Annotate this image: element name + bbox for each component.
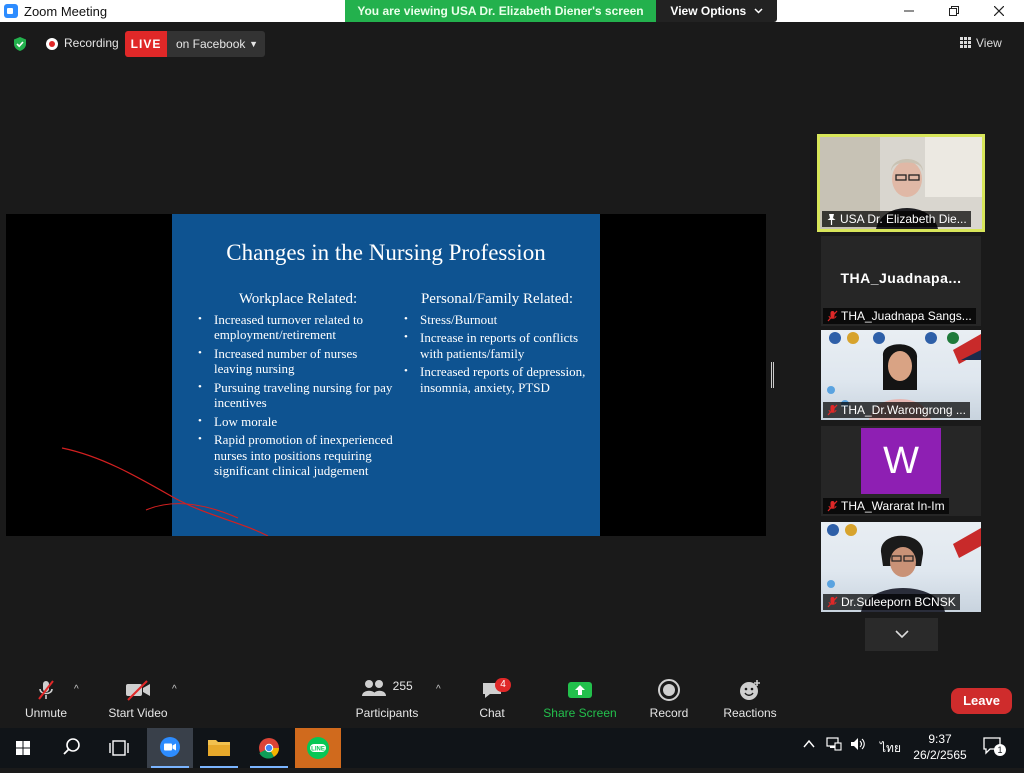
participant-tile[interactable]: W THA_Wararat In-Im bbox=[821, 426, 981, 516]
taskbar-line-app[interactable]: LINE bbox=[295, 728, 341, 768]
chrome-icon bbox=[259, 738, 280, 759]
restore-icon bbox=[949, 6, 959, 16]
zoom-icon bbox=[160, 737, 180, 757]
participant-tile[interactable]: THA_Juadnapa... THA_Juadnapa Sangs... bbox=[821, 236, 981, 326]
task-view-icon bbox=[109, 740, 129, 756]
participants-label: Participants bbox=[355, 706, 419, 720]
taskbar-file-explorer[interactable] bbox=[196, 728, 242, 768]
close-window-button[interactable] bbox=[976, 0, 1022, 22]
minimize-icon bbox=[904, 10, 914, 12]
muted-mic-icon bbox=[827, 404, 838, 416]
reactions-label: Reactions bbox=[723, 706, 777, 720]
line-icon: LINE bbox=[307, 737, 329, 759]
reactions-icon bbox=[740, 680, 760, 700]
task-view-button[interactable] bbox=[96, 728, 142, 768]
participant-tile-active-speaker[interactable]: USA Dr. Elizabeth Die... bbox=[817, 134, 985, 232]
participant-name-tag: THA_Dr.Warongrong ... bbox=[823, 402, 970, 418]
view-options-button[interactable]: View Options bbox=[656, 0, 777, 22]
viewing-screen-banner: You are viewing USA Dr. Elizabeth Diener… bbox=[345, 0, 656, 22]
encryption-shield-icon[interactable] bbox=[12, 36, 28, 52]
chat-unread-badge: 4 bbox=[495, 678, 511, 692]
clock-date: 26/2/2565 bbox=[913, 748, 967, 762]
taskbar-zoom-app[interactable] bbox=[147, 728, 193, 768]
participant-name-tag: THA_Wararat In-Im bbox=[823, 498, 949, 514]
restore-button[interactable] bbox=[931, 0, 977, 22]
video-off-icon bbox=[126, 680, 150, 701]
participants-options-caret[interactable]: ^ bbox=[436, 684, 441, 695]
taskbar-clock[interactable]: 9:37 26/2/2565 bbox=[910, 731, 970, 763]
shared-screen: Changes in the Nursing Profession Workpl… bbox=[6, 214, 766, 536]
participants-icon bbox=[362, 680, 387, 696]
participant-name-tag: USA Dr. Elizabeth Die... bbox=[822, 211, 971, 227]
notification-count: 1 bbox=[994, 744, 1006, 756]
recording-icon bbox=[46, 38, 58, 50]
audio-options-caret[interactable]: ^ bbox=[74, 684, 79, 695]
share-screen-icon bbox=[568, 682, 592, 698]
grid-icon bbox=[960, 37, 971, 48]
close-icon bbox=[993, 5, 1005, 17]
taskbar-chrome[interactable] bbox=[246, 728, 292, 768]
participant-name-tag: Dr.Suleeporn BCNSK bbox=[823, 594, 960, 610]
video-options-caret[interactable]: ^ bbox=[172, 684, 177, 695]
muted-mic-icon bbox=[827, 500, 838, 512]
live-destination-label: on Facebook bbox=[176, 37, 246, 51]
participant-display-name: THA_Juadnapa... bbox=[840, 270, 962, 286]
leave-button[interactable]: Leave bbox=[951, 688, 1012, 714]
share-screen-button[interactable]: Share Screen bbox=[542, 678, 618, 720]
record-button[interactable]: Record bbox=[646, 678, 692, 720]
unmute-label: Unmute bbox=[24, 706, 68, 720]
panel-resize-handle[interactable] bbox=[771, 362, 774, 388]
caret-down-icon: ▼ bbox=[249, 39, 258, 49]
recording-label[interactable]: Recording bbox=[64, 36, 119, 50]
participant-name-tag: THA_Juadnapa Sangs... bbox=[823, 308, 976, 324]
minimize-button[interactable] bbox=[886, 0, 932, 22]
chevron-down-icon bbox=[754, 8, 763, 14]
live-badge: LIVE bbox=[125, 31, 167, 57]
chevron-down-icon bbox=[894, 630, 909, 639]
taskbar-search-button[interactable] bbox=[48, 728, 94, 768]
gallery-next-page-button[interactable] bbox=[865, 618, 938, 651]
record-label: Record bbox=[649, 706, 689, 720]
participant-avatar: W bbox=[861, 428, 941, 494]
reactions-button[interactable]: Reactions bbox=[720, 678, 780, 720]
view-label: View bbox=[976, 36, 1002, 50]
clock-time: 9:37 bbox=[928, 732, 952, 746]
muted-mic-icon bbox=[38, 680, 54, 700]
muted-mic-icon bbox=[827, 596, 838, 608]
window-title: Zoom Meeting bbox=[24, 4, 108, 19]
zoom-app-icon bbox=[4, 4, 18, 18]
annotation-strokes bbox=[61, 447, 269, 536]
search-icon bbox=[63, 738, 80, 755]
start-button[interactable] bbox=[0, 728, 46, 768]
share-screen-label: Share Screen bbox=[543, 706, 617, 720]
view-options-label: View Options bbox=[670, 4, 747, 18]
view-button[interactable]: View bbox=[960, 32, 1016, 54]
pin-icon bbox=[827, 214, 836, 225]
chat-label: Chat bbox=[479, 706, 505, 720]
participant-tile[interactable]: Dr.Suleeporn BCNSK bbox=[821, 522, 981, 612]
svg-text:LINE: LINE bbox=[311, 747, 325, 753]
muted-mic-icon bbox=[827, 310, 838, 322]
live-destination-dropdown[interactable]: on Facebook ▼ bbox=[167, 31, 265, 57]
volume-icon[interactable] bbox=[849, 736, 867, 752]
network-icon[interactable] bbox=[826, 736, 842, 752]
participant-tile[interactable]: THA_Dr.Warongrong ... bbox=[821, 330, 981, 420]
input-language[interactable]: ไทย bbox=[880, 739, 901, 758]
participants-count: 255 bbox=[392, 679, 413, 693]
start-video-button[interactable]: Start Video bbox=[106, 678, 170, 720]
participants-button[interactable]: 255 Participants bbox=[352, 678, 422, 720]
record-icon bbox=[658, 679, 680, 701]
start-video-label: Start Video bbox=[108, 706, 168, 720]
tray-overflow-icon[interactable] bbox=[802, 736, 816, 752]
windows-start-icon bbox=[16, 741, 30, 755]
unmute-button[interactable]: Unmute bbox=[20, 678, 72, 720]
notification-center-button[interactable]: 1 bbox=[982, 736, 1006, 756]
file-explorer-icon bbox=[208, 740, 230, 756]
